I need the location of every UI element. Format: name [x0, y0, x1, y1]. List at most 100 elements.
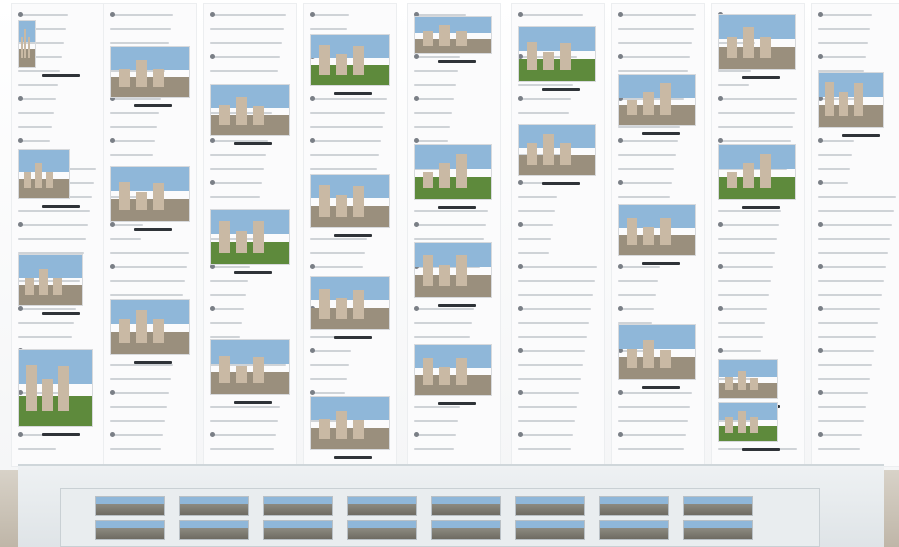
apartment-tower [643, 226, 654, 245]
tweet-text-line [518, 252, 549, 254]
photo-caption [438, 402, 476, 405]
avatar-dot [818, 264, 823, 269]
tweet-text-line [818, 140, 854, 142]
avatar-dot [718, 138, 723, 143]
tweet-text-line [518, 420, 575, 422]
avatar-dot [110, 432, 115, 437]
tweet-text-line [718, 252, 775, 254]
postcard [263, 496, 333, 516]
postcard [431, 496, 501, 516]
housing-estate-photo [18, 254, 83, 306]
tweet-text-line [310, 126, 383, 128]
photo-caption [438, 206, 476, 209]
tweet-text-line [310, 154, 379, 156]
tweet-text-line [718, 238, 777, 240]
apartment-tower [46, 172, 53, 189]
apartment-tower [42, 378, 53, 411]
apartment-tower [660, 218, 671, 245]
housing-estate-photo [310, 174, 390, 228]
housing-estate-photo [618, 204, 696, 256]
tweet-text-line [618, 280, 658, 282]
avatar-dot [18, 138, 23, 143]
tweet-text-line [718, 112, 795, 114]
tweet-text-line [414, 126, 450, 128]
apartment-tower [543, 51, 554, 71]
tweet-text-line [110, 42, 169, 44]
housing-estate-photo [18, 149, 70, 199]
tweet-text-line [518, 238, 551, 240]
apartment-tower [526, 42, 538, 71]
tweet-text-line [414, 112, 452, 114]
photo-sky [19, 150, 69, 172]
postcard [599, 496, 669, 516]
housing-estate-photo [414, 144, 492, 200]
photo-caption [134, 361, 172, 364]
avatar-dot [310, 348, 315, 353]
avatar-dot [210, 180, 215, 185]
tweet-text-line [618, 308, 654, 310]
tweet-text-line [414, 56, 460, 58]
tweet-text-line [718, 336, 763, 338]
tweet-text-line [818, 406, 866, 408]
avatar-dot [718, 306, 723, 311]
apartment-tower [118, 68, 130, 87]
apartment-tower [235, 96, 247, 125]
avatar-dot [518, 306, 523, 311]
printed-feed-panel [204, 4, 296, 466]
photo-caption [334, 92, 372, 95]
tweet-text-line [818, 196, 896, 198]
apartment-tower [422, 30, 434, 46]
housing-estate-photo [618, 74, 696, 126]
tweet-text-line [18, 448, 56, 450]
tweet-text-line [210, 406, 280, 408]
tweet-text-line [718, 126, 793, 128]
avatar-dot [310, 264, 315, 269]
avatar-dot [518, 432, 523, 437]
avatar-dot [618, 432, 623, 437]
apartment-tower [750, 377, 759, 391]
tweet-text-line [310, 378, 347, 380]
postcard [179, 496, 249, 516]
tweet-text-line [110, 238, 141, 240]
photo-caption [438, 60, 476, 63]
apartment-tower [20, 36, 23, 58]
postcard [599, 520, 669, 540]
postcard [347, 496, 417, 516]
tweet-text-line [818, 56, 866, 58]
tweet-text-line [310, 350, 351, 352]
avatar-dot [110, 264, 115, 269]
avatar-dot [618, 54, 623, 59]
avatar-dot [414, 306, 419, 311]
tweet-text-line [818, 154, 852, 156]
tweet-text-line [310, 364, 349, 366]
photo-caption [334, 336, 372, 339]
apartment-tower [153, 319, 165, 344]
apartment-tower [422, 172, 434, 189]
tweet-text-line [310, 266, 363, 268]
avatar-dot [210, 306, 215, 311]
tweet-text-line [18, 112, 54, 114]
tweet-text-line [210, 196, 260, 198]
tweet-text-line [414, 224, 486, 226]
apartment-tower [724, 377, 733, 391]
photo-caption [642, 132, 680, 135]
apartment-tower [218, 220, 230, 254]
tweet-text-line [618, 448, 684, 450]
housing-estate-photo [518, 124, 596, 176]
apartment-tower [726, 172, 738, 189]
housing-estate-photo [210, 339, 290, 395]
photo-caption [742, 206, 780, 209]
apartment-tower [335, 54, 347, 75]
tweet-text-line [414, 238, 484, 240]
housing-estate-photo [310, 34, 390, 86]
apartment-tower [422, 254, 434, 287]
postcard [95, 496, 165, 516]
apartment-tower [626, 217, 638, 245]
apartment-tower [737, 410, 746, 434]
housing-estate-photo [414, 344, 492, 396]
apartment-tower [660, 83, 671, 115]
tweet-text-line [210, 280, 248, 282]
tweet-text-line [518, 378, 581, 380]
tweet-text-line [110, 364, 173, 366]
housing-estate-photo [718, 402, 778, 442]
